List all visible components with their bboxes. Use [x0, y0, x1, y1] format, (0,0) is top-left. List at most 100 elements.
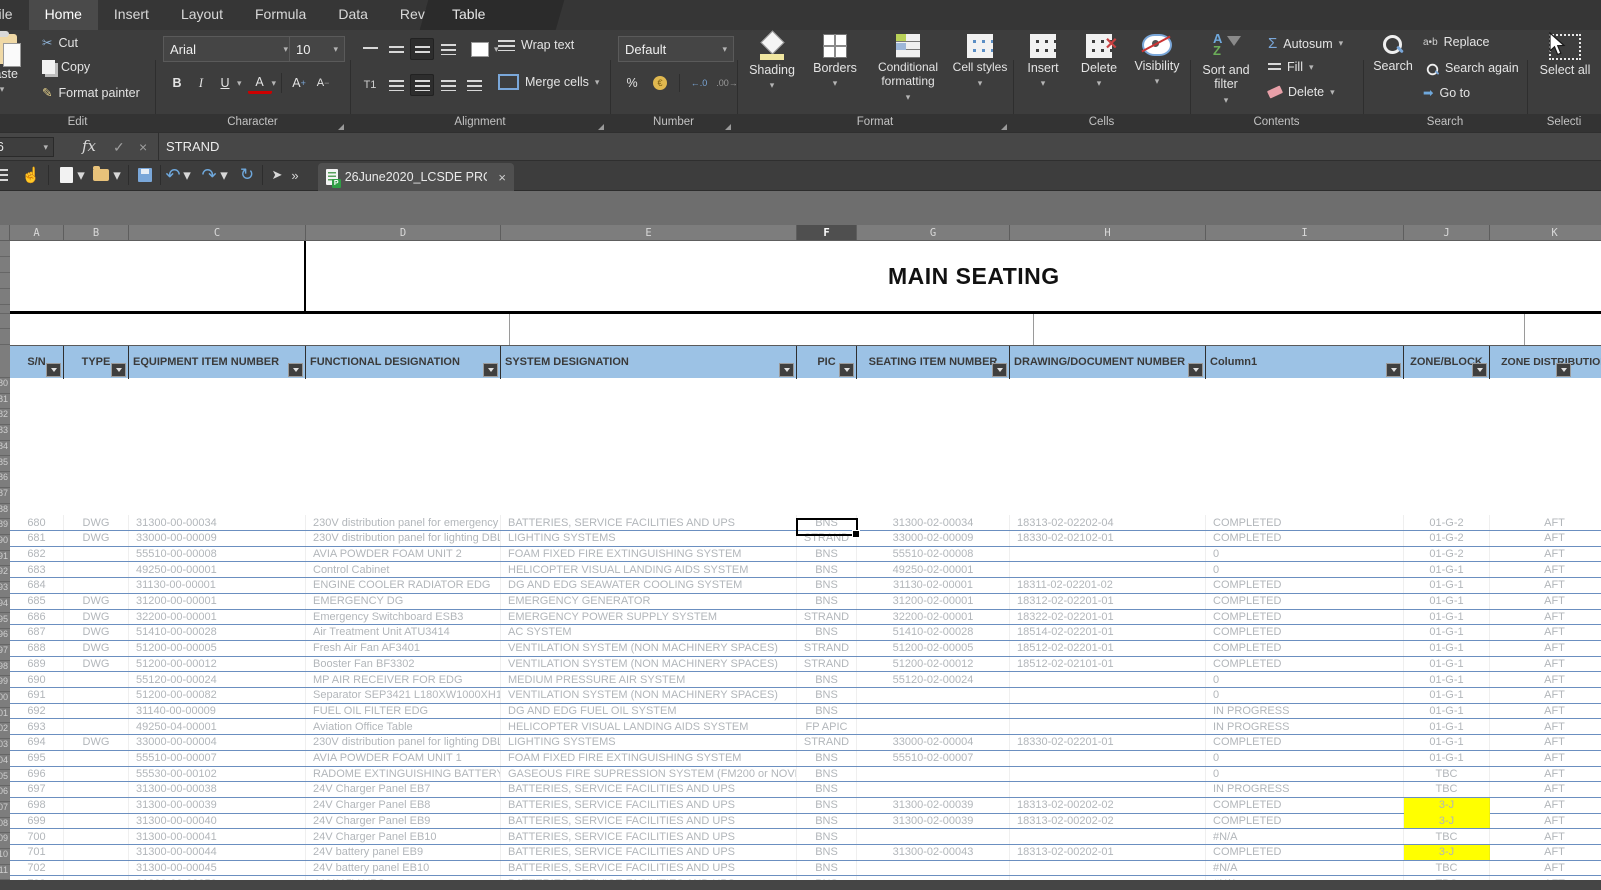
cell-B683[interactable]	[64, 562, 129, 577]
copy-button[interactable]: Copy	[42, 60, 90, 74]
cell-F694[interactable]: STRAND	[797, 735, 857, 750]
cell-H697[interactable]	[1010, 782, 1206, 797]
undo-dropdown[interactable]: ▾	[182, 165, 192, 185]
cell-G699[interactable]: 31300-02-00039	[857, 813, 1010, 828]
cell-D689[interactable]: Booster Fan BF3302	[306, 656, 501, 671]
cell-H682[interactable]	[1010, 546, 1206, 561]
cell-K698[interactable]: AFT	[1490, 798, 1601, 813]
cell-J680[interactable]: 01-G-2	[1404, 515, 1490, 530]
repeat-icon[interactable]: ↻	[238, 165, 256, 185]
cell-C700[interactable]: 31300-00-00041	[129, 829, 306, 844]
row-header-690[interactable]: 690	[0, 535, 10, 551]
cell-H701[interactable]: 18313-02-00202-01	[1010, 845, 1206, 860]
redo-icon[interactable]: ↷	[200, 165, 218, 185]
fill-button[interactable]: Fill▾	[1268, 60, 1314, 74]
cell-B685[interactable]: DWG	[64, 594, 129, 609]
cell-D694[interactable]: 230V distribution panel for lighting DBL…	[306, 735, 501, 750]
row-header-707[interactable]: 707	[0, 802, 10, 818]
cell-F700[interactable]: BNS	[797, 829, 857, 844]
cell-H687[interactable]: 18514-02-02201-01	[1010, 625, 1206, 640]
cell-D682[interactable]: AVIA POWDER FOAM UNIT 2	[306, 546, 501, 561]
row-header-696[interactable]: 696	[0, 629, 10, 645]
close-tab-icon[interactable]: ×	[498, 170, 506, 185]
cell-G702[interactable]	[857, 860, 1010, 875]
cell-D680[interactable]: 230V distribution panel for emergency li…	[306, 515, 501, 530]
cell-D681[interactable]: 230V distribution panel for lighting DBL…	[306, 531, 501, 546]
filter-dropdown-icon[interactable]	[839, 363, 854, 377]
row-header-693[interactable]: 693	[0, 582, 10, 598]
cancel-icon[interactable]: ×	[139, 139, 147, 155]
row-header-687[interactable]: 687	[0, 488, 10, 504]
cell-A690[interactable]: 690	[10, 672, 64, 687]
cell-F688[interactable]: STRAND	[797, 641, 857, 656]
cell-J698[interactable]: 3-J	[1404, 798, 1490, 813]
cell-K690[interactable]: AFT	[1490, 672, 1601, 687]
cell-I681[interactable]: COMPLETED	[1206, 531, 1404, 546]
delete-cells-button[interactable]: ✕ Delete▾	[1071, 32, 1127, 90]
cell-H702[interactable]	[1010, 860, 1206, 875]
cell-G692[interactable]	[857, 703, 1010, 718]
row-header[interactable]	[0, 314, 10, 329]
cell-J690[interactable]: 01-G-1	[1404, 672, 1490, 687]
row-header-710[interactable]: 710	[0, 849, 10, 865]
cell-J697[interactable]: TBC	[1404, 782, 1490, 797]
row-header[interactable]	[0, 257, 10, 273]
cell-E695[interactable]: FOAM FIXED FIRE EXTINGUISHING SYSTEM	[501, 751, 797, 766]
cell-D687[interactable]: Air Treatment Unit ATU3414	[306, 625, 501, 640]
cell-I680[interactable]: COMPLETED	[1206, 515, 1404, 530]
cell-E693[interactable]: HELICOPTER VISUAL LANDING AIDS SYSTEM	[501, 719, 797, 734]
character-dialog-launcher[interactable]	[338, 124, 344, 130]
cell-G698[interactable]: 31300-02-00039	[857, 798, 1010, 813]
fill-handle[interactable]	[852, 530, 860, 538]
column-header-seating-item-number[interactable]: SEATING ITEM NUMBER	[857, 346, 1010, 379]
cell-G694[interactable]: 33000-02-00004	[857, 735, 1010, 750]
cell-B681[interactable]: DWG	[64, 531, 129, 546]
row-header-683[interactable]: 683	[0, 425, 10, 441]
cell-I687[interactable]: COMPLETED	[1206, 625, 1404, 640]
filter-dropdown-icon[interactable]	[1556, 363, 1571, 377]
grow-font-button[interactable]: A+	[287, 72, 311, 94]
open-icon[interactable]	[90, 165, 112, 185]
row-header-681[interactable]: 681	[0, 394, 10, 410]
cell-K683[interactable]: AFT	[1490, 562, 1601, 577]
cell-B696[interactable]	[64, 766, 129, 781]
cell-C693[interactable]: 49250-04-00001	[129, 719, 306, 734]
filter-dropdown-icon[interactable]	[1472, 363, 1487, 377]
cell-I682[interactable]: 0	[1206, 546, 1404, 561]
cell-E684[interactable]: DG AND EDG SEAWATER COOLING SYSTEM	[501, 578, 797, 593]
filter-dropdown-icon[interactable]	[779, 363, 794, 377]
cell-K697[interactable]: AFT	[1490, 782, 1601, 797]
row-header-708[interactable]: 708	[0, 818, 10, 834]
cell-K699[interactable]: AFT	[1490, 813, 1601, 828]
cell-F702[interactable]: BNS	[797, 860, 857, 875]
cell-E692[interactable]: DG AND EDG FUEL OIL SYSTEM	[501, 703, 797, 718]
align-bottom-icon[interactable]	[410, 38, 434, 60]
cell-B698[interactable]	[64, 798, 129, 813]
cell-F698[interactable]: BNS	[797, 798, 857, 813]
shrink-font-button[interactable]: A−	[311, 72, 335, 94]
cell-B693[interactable]	[64, 719, 129, 734]
column-header-zone-block[interactable]: ZONE/BLOCK	[1404, 346, 1490, 379]
new-document-dropdown[interactable]: ▾	[76, 165, 86, 185]
column-letter-J[interactable]: J	[1404, 225, 1490, 241]
filter-dropdown-icon[interactable]	[483, 363, 498, 377]
currency-button[interactable]: €	[648, 72, 672, 94]
cell-A680[interactable]: 680	[10, 515, 64, 530]
row-header-709[interactable]: 709	[0, 833, 10, 849]
column-header-drawing-document-number[interactable]: DRAWING/DOCUMENT NUMBER	[1010, 346, 1206, 379]
cell-C684[interactable]: 31130-00-00001	[129, 578, 306, 593]
cell-G681[interactable]: 33000-02-00009	[857, 531, 1010, 546]
cell-K702[interactable]: AFT	[1490, 860, 1601, 875]
cell-B686[interactable]: DWG	[64, 609, 129, 624]
cell-B699[interactable]	[64, 813, 129, 828]
row-header-701[interactable]: 701	[0, 708, 10, 724]
cell-J693[interactable]: 01-G-1	[1404, 719, 1490, 734]
cell-A687[interactable]: 687	[10, 625, 64, 640]
cell-J683[interactable]: 01-G-1	[1404, 562, 1490, 577]
cell-K685[interactable]: AFT	[1490, 594, 1601, 609]
row-header-691[interactable]: 691	[0, 551, 10, 567]
cell-K692[interactable]: AFT	[1490, 703, 1601, 718]
cell-E683[interactable]: HELICOPTER VISUAL LANDING AIDS SYSTEM	[501, 562, 797, 577]
cell-B682[interactable]	[64, 546, 129, 561]
cell-H683[interactable]	[1010, 562, 1206, 577]
